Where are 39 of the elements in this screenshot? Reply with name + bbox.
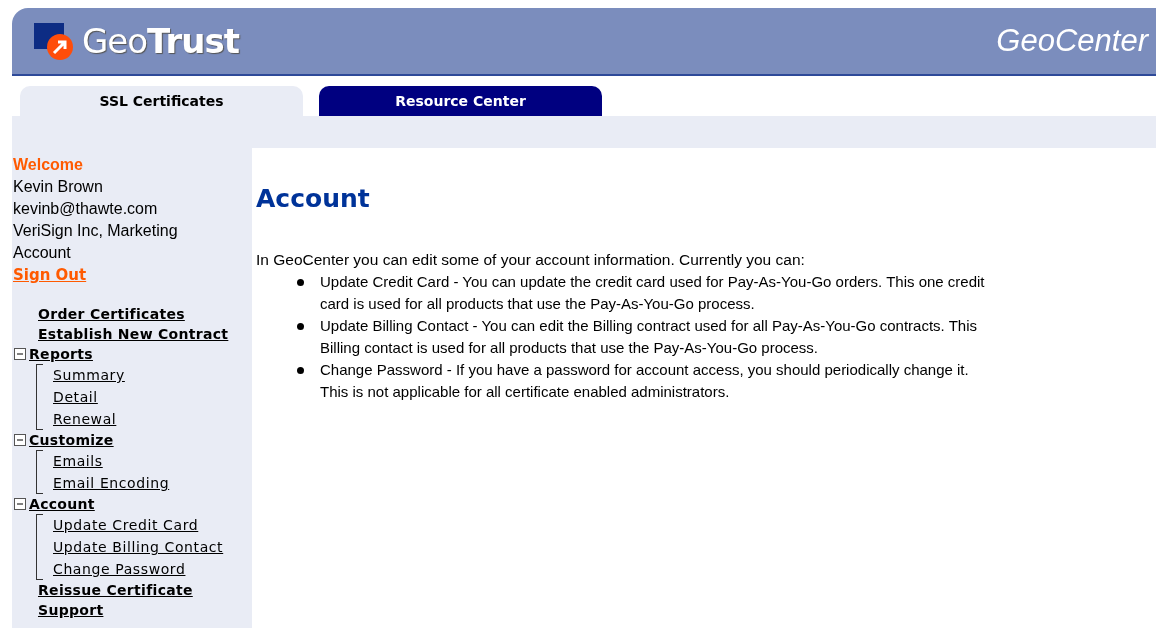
nav-sublink[interactable]: Email Encoding — [53, 472, 170, 494]
nav-sublink[interactable]: Emails — [53, 450, 170, 472]
list-item-text: Change Password - If you have a password for account access, you should periodically change it. This is not applicable for all certificate enabled administrators. — [320, 360, 970, 402]
tree-bracket — [36, 514, 43, 580]
nav-link[interactable]: Support — [38, 602, 104, 618]
nav-sublink[interactable]: Update Credit Card — [53, 514, 224, 536]
logo: GeoTrust — [82, 21, 239, 61]
nav-link[interactable]: Establish New Contract — [38, 326, 229, 342]
nav-link[interactable]: Customize — [29, 432, 114, 448]
nav-link[interactable]: Order Certificates — [38, 306, 185, 322]
geotrust-logo-icon — [34, 21, 76, 61]
list-item-text: Update Credit Card - You can update the credit card used for Pay-As-You-Go orders. This one credit card is used for all products that use the Pay-As-You-Go process. — [320, 272, 986, 314]
tab[interactable]: Resource Center — [319, 86, 602, 116]
intro-text: In GeoCenter you can edit some of your account information. Currently you can: — [256, 250, 806, 270]
product-name: GeoCenter — [996, 23, 1148, 59]
tree-bracket — [36, 450, 43, 494]
nav-sublink[interactable]: Summary — [53, 364, 125, 386]
nav-sublink[interactable]: Change Password — [53, 558, 224, 580]
bullet-icon — [297, 323, 304, 330]
welcome-heading: Welcome — [13, 155, 84, 175]
bullet-icon — [297, 279, 304, 286]
collapse-icon[interactable] — [14, 434, 26, 446]
nav-link[interactable]: Reports — [29, 346, 93, 362]
nav-link[interactable]: Reissue Certificate — [38, 582, 193, 598]
nav-sublink[interactable]: Renewal — [53, 408, 125, 430]
list-item-text: Update Billing Contact - You can edit the Billing contract used for all Pay-As-You-Go contracts. This Billing contact is used for all products that use the Pay-As-You-Go process. — [320, 316, 979, 358]
nav-sublink[interactable]: Detail — [53, 386, 125, 408]
nav-link[interactable]: Account — [29, 496, 95, 512]
collapse-icon[interactable] — [14, 348, 26, 360]
user-info: Kevin Brown — [13, 177, 104, 197]
collapse-icon[interactable] — [14, 498, 26, 510]
user-info: Account — [13, 243, 72, 263]
bullet-icon — [297, 367, 304, 374]
user-info: VeriSign Inc, Marketing — [13, 221, 179, 241]
user-info: kevinb@thawte.com — [13, 199, 159, 219]
tab[interactable]: SSL Certificates — [20, 86, 303, 116]
page-title: Account — [256, 184, 371, 213]
tree-bracket — [36, 364, 43, 430]
nav-sublink[interactable]: Update Billing Contact — [53, 536, 224, 558]
